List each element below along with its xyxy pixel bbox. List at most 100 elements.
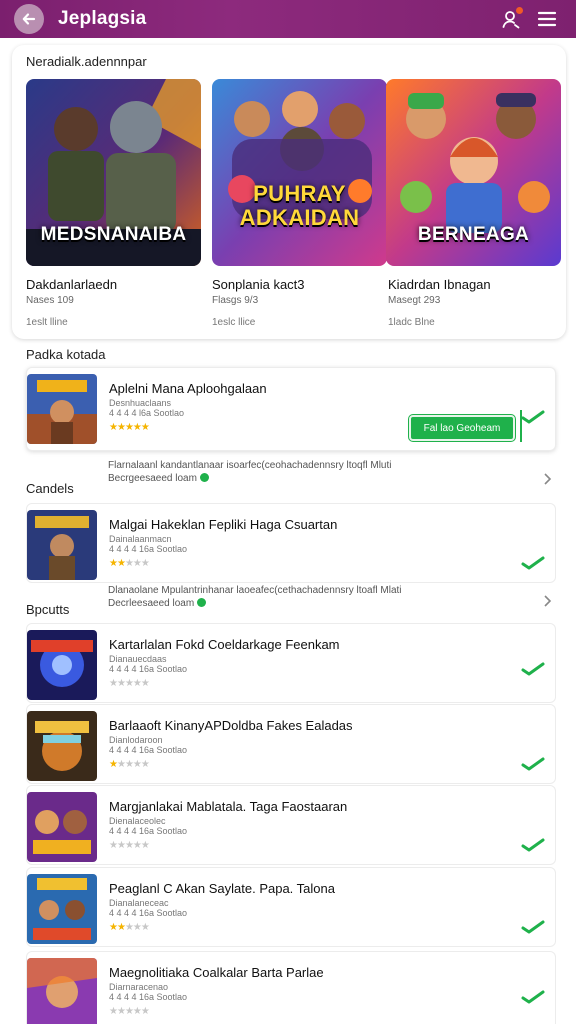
arrow-left-icon — [22, 13, 36, 25]
star-empty-icon: ★ — [132, 558, 142, 569]
checkmark-icon — [521, 757, 545, 771]
star-empty-icon: ★ — [140, 840, 150, 851]
star-filled-icon: ★ — [116, 558, 126, 569]
app-meta: 4 4 4 4 16a Sootlao — [109, 992, 188, 1002]
rating-stars: ★★★★★ — [109, 422, 150, 433]
info-line-1: Flarnalaanl kandantlanaar isoarfec(ceoha… — [108, 460, 392, 471]
star-empty-icon: ★ — [109, 1006, 118, 1017]
star-filled-icon: ★ — [109, 558, 118, 569]
thumbnail-art — [27, 630, 97, 700]
info-line-2: Decrleesaeed loam — [108, 598, 195, 609]
star-empty-icon: ★ — [124, 759, 134, 770]
install-button[interactable]: Fal lao Geoheam — [409, 415, 515, 441]
thumbnail-art — [27, 792, 97, 862]
app-thumbnail — [27, 510, 97, 580]
featured-heading: Neradialk.adennnpar — [26, 54, 147, 69]
info-text: Dlanaolane Mpulantrinhanar laoeafec(ceth… — [108, 584, 518, 610]
info-line-1: Dlanaolane Mpulantrinhanar laoeafec(ceth… — [108, 585, 402, 596]
tile-title[interactable]: Sonplania kact3 — [212, 277, 305, 292]
game-art-heroes — [212, 79, 387, 266]
app-title: Peaglanl C Akan Saylate. Papa. Talona — [109, 881, 335, 896]
star-empty-icon: ★ — [132, 1006, 142, 1017]
app-developer: Dainalaanmacn — [109, 534, 172, 544]
app-developer: Dianalaneceac — [109, 898, 169, 908]
star-empty-icon: ★ — [140, 922, 150, 933]
checkmark-icon — [521, 662, 545, 676]
list-item[interactable]: Barlaaoft KinanyAPDoldba Fakes Ealadas D… — [26, 704, 556, 784]
app-title: Malgai Hakeklan Fepliki Haga Csuartan — [109, 517, 338, 532]
tile-meta: 1ladc Blne — [388, 317, 435, 328]
chevron-right-icon[interactable] — [542, 594, 552, 608]
star-filled-icon: ★ — [132, 422, 142, 433]
checkmark-icon — [521, 410, 545, 424]
star-empty-icon: ★ — [109, 678, 118, 689]
star-empty-icon: ★ — [140, 1006, 150, 1017]
star-empty-icon: ★ — [116, 840, 126, 851]
star-empty-icon: ★ — [124, 922, 134, 933]
star-empty-icon: ★ — [132, 840, 142, 851]
star-filled-icon: ★ — [109, 922, 118, 933]
notification-dot — [516, 7, 523, 14]
info-text: Flarnalaanl kandantlanaar isoarfec(ceoha… — [108, 459, 518, 485]
list-item[interactable]: Maegnolitiaka Coalkalar Barta Parlae Dia… — [26, 951, 556, 1024]
star-filled-icon: ★ — [116, 922, 126, 933]
checkmark-icon — [521, 920, 545, 934]
app-title: Maegnolitiaka Coalkalar Barta Parlae — [109, 965, 324, 980]
app-developer: Dienalaceolec — [109, 816, 166, 826]
app-thumbnail — [27, 792, 97, 862]
app-title: Barlaaoft KinanyAPDoldba Fakes Ealadas — [109, 718, 353, 733]
star-empty-icon: ★ — [140, 759, 150, 770]
app-meta: 4 4 4 4 16a Sootlao — [109, 544, 188, 554]
star-filled-icon: ★ — [140, 422, 150, 433]
tile-title[interactable]: Kiadrdan Ibnagan — [388, 277, 491, 292]
app-meta: 4 4 4 4 l6a Sootlao — [109, 408, 185, 418]
app-header: Jeplagsia — [0, 0, 576, 38]
tile-meta: 1eslc llice — [212, 317, 256, 328]
user-search-button[interactable] — [499, 7, 523, 31]
star-filled-icon: ★ — [124, 422, 134, 433]
star-empty-icon: ★ — [140, 678, 150, 689]
tile-caption: MEDSNANAIBA — [40, 224, 187, 245]
star-empty-icon: ★ — [124, 678, 134, 689]
list-item[interactable]: Malgai Hakeklan Fepliki Haga Csuartan Da… — [26, 503, 556, 583]
featured-game-tile[interactable]: BERNEAGA — [386, 79, 561, 266]
section-label: Candels — [26, 481, 74, 496]
checkmark-icon — [521, 990, 545, 1004]
checkmark-icon — [521, 838, 545, 852]
rating-stars: ★★★★★ — [109, 759, 150, 770]
star-empty-icon: ★ — [109, 840, 118, 851]
rating-stars: ★★★★★ — [109, 558, 150, 569]
list-item[interactable]: Kartarlalan Fokd Coeldarkage Feenkam Dia… — [26, 623, 556, 703]
featured-game-tile[interactable]: MEDSNANAIBA — [26, 79, 201, 266]
thumbnail-art — [27, 711, 97, 781]
info-line-2: Becrgeesaeed loam — [108, 473, 197, 484]
star-filled-icon: ★ — [116, 422, 126, 433]
tile-meta: 1eslt lline — [26, 317, 68, 328]
featured-game-tile[interactable]: PUHRAY ADKAIDAN — [212, 79, 387, 266]
app-title: Jeplagsia — [58, 8, 147, 29]
chevron-right-icon[interactable] — [542, 472, 552, 486]
star-empty-icon: ★ — [116, 759, 126, 770]
back-button[interactable] — [14, 4, 44, 34]
star-empty-icon: ★ — [124, 558, 134, 569]
list-item[interactable]: Margjanlakai Mablatala. Taga Faostaaran … — [26, 785, 556, 865]
star-empty-icon: ★ — [132, 759, 142, 770]
list-item[interactable]: Peaglanl C Akan Saylate. Papa. Talona Di… — [26, 867, 556, 947]
thumbnail-art — [27, 374, 97, 444]
app-thumbnail — [27, 630, 97, 700]
rating-stars: ★★★★★ — [109, 1006, 150, 1017]
star-empty-icon: ★ — [116, 678, 126, 689]
tile-title[interactable]: Dakdanlarlaedn — [26, 277, 117, 292]
app-developer: Dianlodaroon — [109, 735, 163, 745]
tile-subtitle: Flasgs 9/3 — [212, 295, 259, 306]
rating-stars: ★★★★★ — [109, 840, 150, 851]
menu-button[interactable] — [535, 7, 559, 31]
app-developer: Diarnaracenao — [109, 982, 169, 992]
thumbnail-art — [27, 510, 97, 580]
app-title: Aplelni Mana Aploohgalaan — [109, 381, 267, 396]
list-item[interactable]: Aplelni Mana Aploohgalaan Desnhuaclaans … — [26, 367, 556, 451]
app-thumbnail — [27, 874, 97, 944]
app-thumbnail — [27, 958, 97, 1024]
star-empty-icon: ★ — [140, 558, 150, 569]
app-meta: 4 4 4 4 16a Sootlao — [109, 745, 188, 755]
